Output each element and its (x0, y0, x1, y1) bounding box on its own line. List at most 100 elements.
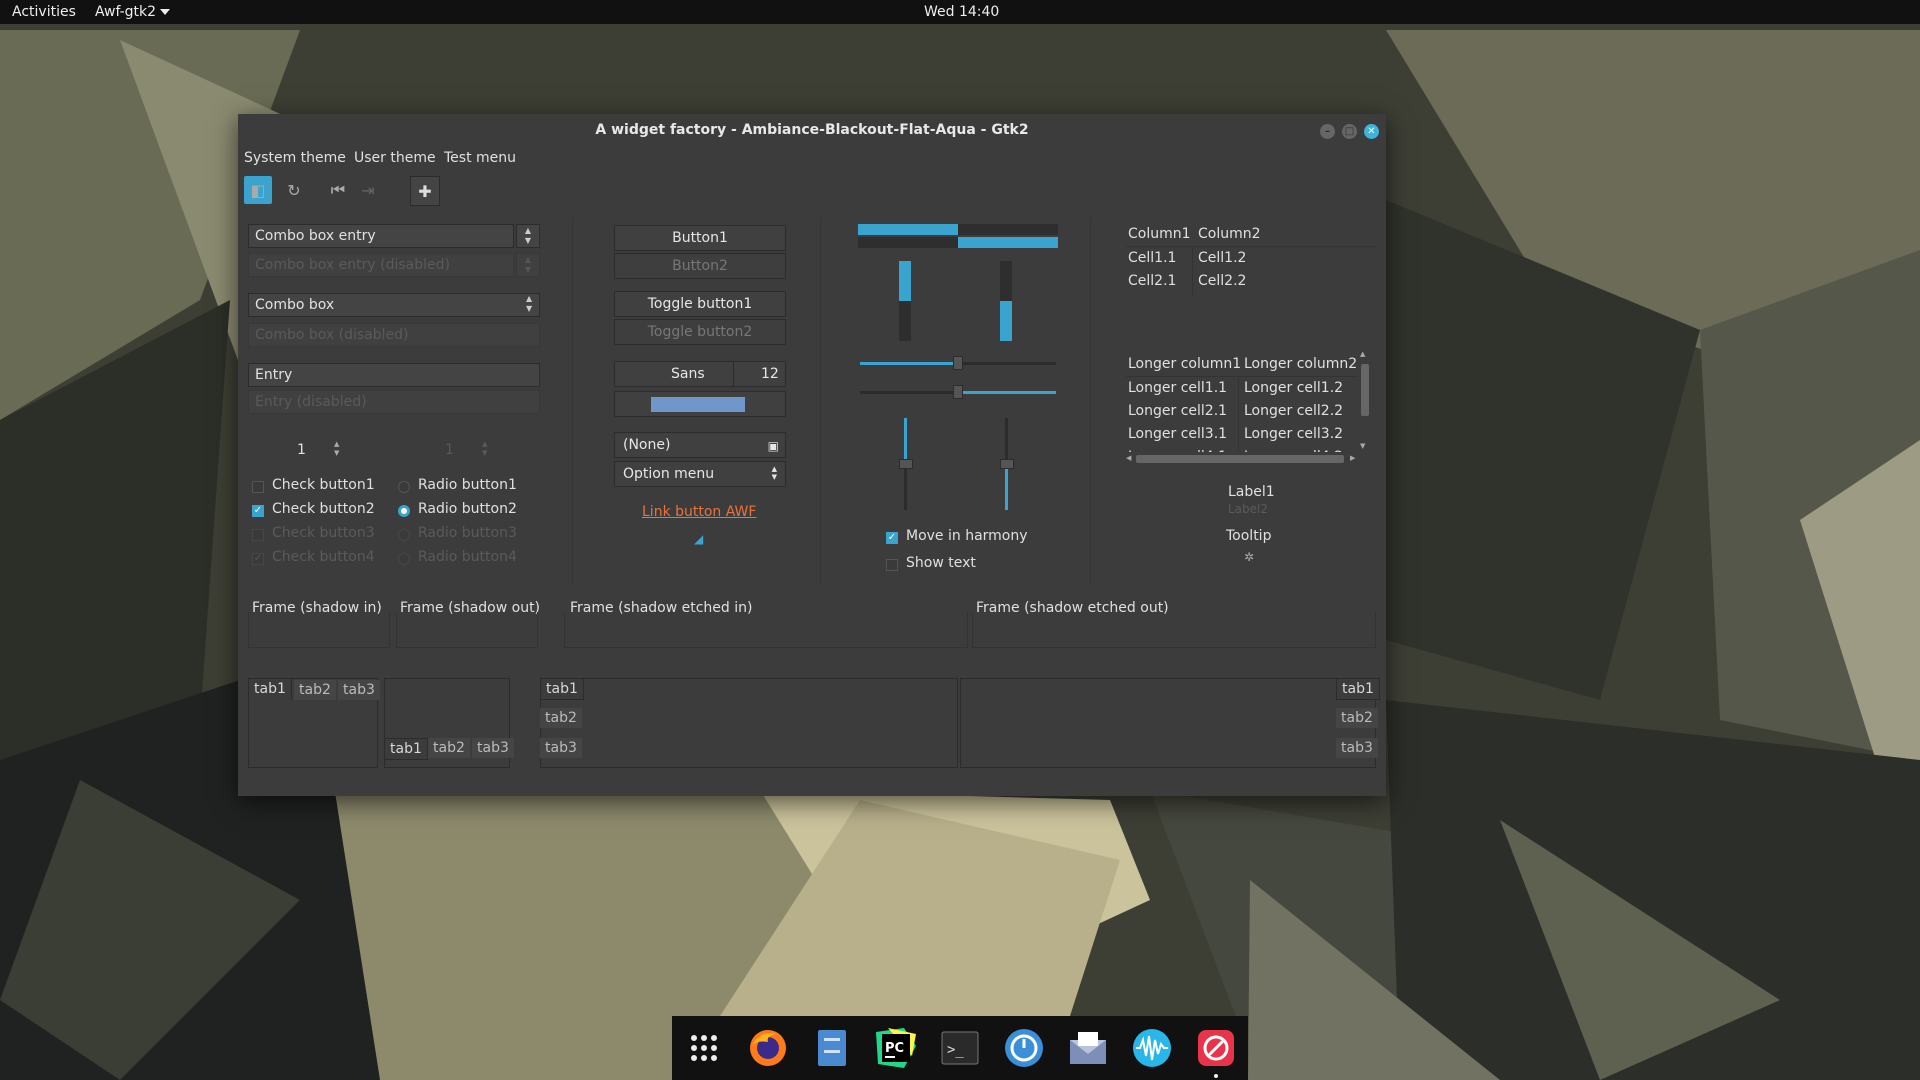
notebook-right (960, 678, 1376, 768)
check-button1-label[interactable]: Check button1 (272, 477, 375, 493)
show-text-label[interactable]: Show text (906, 555, 976, 571)
scale-knob[interactable] (953, 356, 963, 370)
toolbar-button-add[interactable]: ✚ (410, 176, 440, 206)
combo-entry-arrow[interactable]: ▲ ▼ (516, 224, 540, 248)
vertical-scrollbar[interactable]: ▲ ▼ (1360, 350, 1370, 452)
entry-field[interactable]: Entry (248, 363, 540, 387)
column-header[interactable]: Column2 (1198, 226, 1261, 242)
tab-right-1[interactable]: tab1 (1336, 678, 1380, 700)
tab-left-2[interactable]: tab2 (540, 708, 582, 728)
option-menu-label: Option menu (623, 466, 715, 482)
scroll-down-icon[interactable]: ▼ (1360, 442, 1365, 450)
option-menu[interactable]: Option menu ▲ ▼ (614, 461, 786, 487)
color-button[interactable] (614, 391, 786, 417)
menu-user-theme[interactable]: User theme (354, 150, 436, 166)
combo-arrows-icon: ▲ ▼ (771, 465, 777, 481)
combo-box[interactable]: Combo box (248, 293, 540, 317)
scroll-up-icon[interactable]: ▲ (1360, 350, 1365, 358)
clock[interactable]: Wed 14:40 (924, 0, 999, 24)
progress-bar-horizontal-2 (858, 237, 1058, 248)
toolbar-button-first[interactable]: ⏮ (324, 176, 352, 204)
tab-right-2[interactable]: tab2 (1336, 708, 1378, 728)
show-text-box[interactable] (886, 559, 898, 571)
widget-factory-window: A widget factory - Ambiance-Blackout-Fla… (238, 114, 1386, 796)
link-button[interactable]: Link button AWF (642, 504, 756, 520)
scrollbar-thumb[interactable] (1361, 364, 1369, 416)
tab-top-2[interactable]: tab2 (294, 680, 336, 700)
timeshift-icon[interactable] (1002, 1026, 1046, 1070)
radio-button1-label[interactable]: Radio button1 (418, 477, 517, 493)
check-button3-box (252, 529, 264, 541)
radio-button2-dot[interactable] (398, 505, 410, 517)
spin-arrows-icon: ▲ ▼ (524, 255, 532, 274)
window-titlebar[interactable]: A widget factory - Ambiance-Blackout-Fla… (238, 114, 1386, 148)
check-button1-box[interactable] (252, 481, 264, 493)
tab-left-3[interactable]: tab3 (540, 738, 582, 758)
maximize-button[interactable]: □ (1342, 124, 1357, 139)
check-button4-label: Check button4 (272, 549, 375, 565)
scrollbar-thumb[interactable] (1136, 455, 1344, 463)
blocker-icon[interactable] (1194, 1026, 1238, 1078)
combo-box-entry[interactable]: Combo box entry (248, 224, 514, 248)
dock: PC >_ (672, 1016, 1248, 1080)
minimize-button[interactable]: – (1320, 124, 1335, 139)
tooltip-label[interactable]: Tooltip (1226, 528, 1271, 544)
tab-top-1[interactable]: tab1 (248, 678, 292, 700)
move-in-harmony-box[interactable]: ✓ (886, 532, 898, 544)
app-grid-icon[interactable] (682, 1026, 726, 1070)
tab-bottom-1[interactable]: tab1 (384, 738, 428, 760)
scale-knob[interactable] (953, 385, 963, 399)
combo-entry-disabled-arrow: ▲ ▼ (516, 253, 540, 277)
scale-knob[interactable] (899, 459, 913, 469)
check-button2-label[interactable]: Check button2 (272, 501, 375, 517)
combo-box-entry-disabled: Combo box entry (disabled) (248, 253, 514, 277)
toolbar-button-theme[interactable]: ◧ (244, 176, 272, 204)
toggle-button2-disabled: Toggle button2 (614, 319, 786, 345)
horizontal-scrollbar[interactable]: ◀ ▶ (1126, 454, 1358, 464)
plus-icon: ✚ (418, 181, 432, 201)
scale-knob[interactable] (1000, 459, 1014, 469)
terminal-icon[interactable]: >_ (938, 1026, 982, 1070)
font-button[interactable]: Sans 12 (614, 361, 786, 387)
radio-button2-label[interactable]: Radio button2 (418, 501, 517, 517)
scroll-right-icon[interactable]: ▶ (1350, 454, 1355, 462)
pycharm-icon[interactable]: PC (874, 1026, 918, 1070)
button1[interactable]: Button1 (614, 225, 786, 251)
progress-fill (899, 261, 911, 301)
tab-right-3[interactable]: tab3 (1336, 738, 1378, 758)
move-in-harmony-label[interactable]: Move in harmony (906, 528, 1028, 544)
toolbar-button-last[interactable]: ⇥ (354, 176, 382, 204)
toggle-button1[interactable]: Toggle button1 (614, 291, 786, 317)
tab-bottom-3[interactable]: tab3 (472, 738, 514, 758)
spin-button[interactable]: 1 (290, 438, 326, 462)
radio-button1-dot[interactable] (398, 481, 410, 493)
tree-view-1[interactable]: Column1 Column2 Cell1.1 Cell1.2 Cell2.1 … (1126, 224, 1376, 354)
table-cell: Cell2.1 (1128, 273, 1177, 289)
app-menu[interactable]: Awf-gtk2 (95, 0, 171, 24)
label1: Label1 (1228, 484, 1275, 500)
tab-top-3[interactable]: tab3 (338, 680, 380, 700)
mail-icon[interactable] (1066, 1026, 1110, 1070)
check-button2-box[interactable]: ✓ (252, 505, 264, 517)
firefox-icon[interactable] (746, 1026, 790, 1070)
column-header[interactable]: Longer column1 (1128, 356, 1241, 372)
progress-bar-horizontal-1 (858, 224, 1058, 235)
scale-fill (1005, 464, 1008, 510)
scroll-left-icon[interactable]: ◀ (1126, 454, 1131, 462)
close-button[interactable]: ✕ (1364, 124, 1379, 139)
column-header[interactable]: Column1 (1128, 226, 1191, 242)
files-icon[interactable] (810, 1026, 854, 1070)
tab-left-1[interactable]: tab1 (540, 678, 584, 700)
tree-view-2-rows[interactable]: Longer column1 Longer column2 Longer cell1… (1126, 354, 1358, 452)
tab-bottom-2[interactable]: tab2 (428, 738, 470, 758)
spin-arrows-icon[interactable]: ▲ ▼ (334, 440, 339, 458)
toolbar-button-refresh[interactable]: ↻ (280, 176, 308, 204)
column-header[interactable]: Longer column2 (1244, 356, 1357, 372)
audio-icon[interactable] (1130, 1026, 1174, 1070)
menu-system-theme[interactable]: System theme (244, 150, 346, 166)
column-separator (820, 218, 821, 586)
file-chooser-button[interactable]: (None) ▣ (614, 432, 786, 458)
menu-test-menu[interactable]: Test menu (444, 150, 516, 166)
table-cell: Longer cell4.1 (1128, 449, 1227, 452)
activities-button[interactable]: Activities (12, 0, 76, 24)
